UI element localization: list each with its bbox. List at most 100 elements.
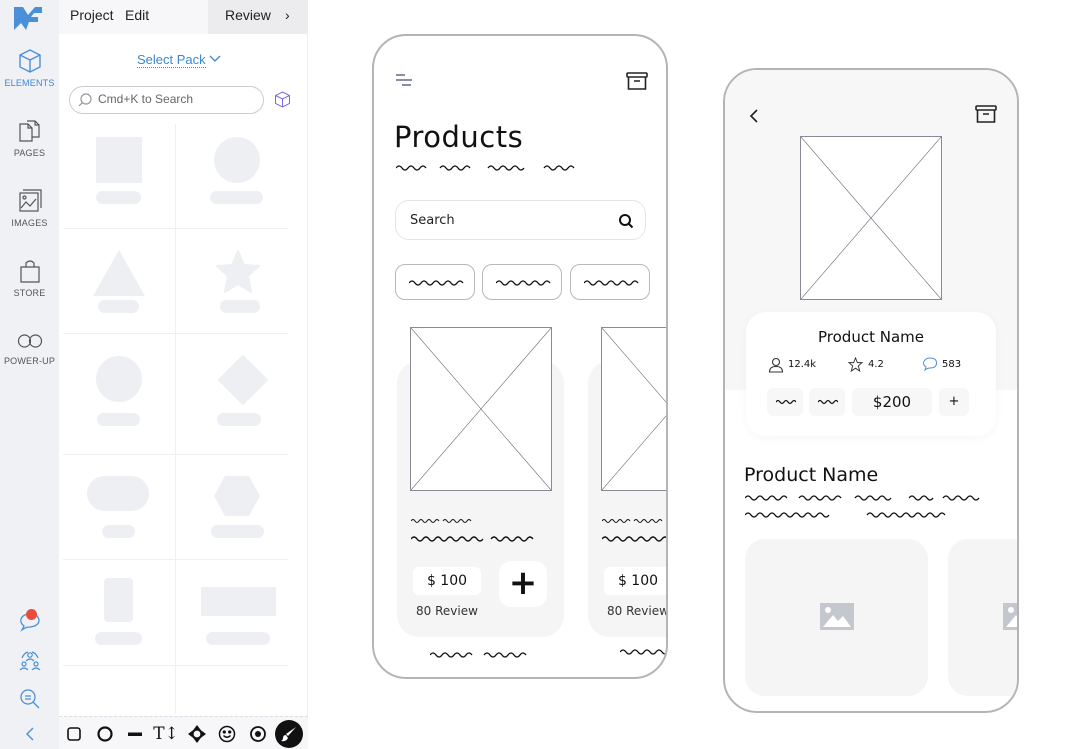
product-image-placeholder xyxy=(800,136,942,300)
label-placeholder xyxy=(220,300,260,313)
archive-icon[interactable] xyxy=(626,72,648,90)
footer-scribble xyxy=(430,652,527,658)
text-tool[interactable]: T↕ xyxy=(153,723,179,745)
category-chip[interactable] xyxy=(395,264,475,300)
review-button[interactable]: Review › xyxy=(208,0,308,34)
app: ELEMENTS PAGES IMAGES STORE POWER-UP Pro… xyxy=(0,0,1082,749)
back-icon[interactable] xyxy=(749,108,759,124)
element-circle[interactable] xyxy=(63,334,175,439)
brush-tool[interactable] xyxy=(275,720,303,748)
image-icon xyxy=(18,189,42,212)
element-square[interactable] xyxy=(63,124,175,229)
select-pack-dropdown[interactable]: Select Pack xyxy=(137,52,206,68)
product-name: Product Name xyxy=(818,328,924,346)
emoji-tool[interactable] xyxy=(216,723,238,745)
rail-label: POWER-UP xyxy=(3,356,56,366)
rail-item-store[interactable]: STORE xyxy=(0,258,59,298)
text-icon: T↕ xyxy=(153,724,179,744)
cube-icon xyxy=(18,49,41,73)
followers-count: 12.4k xyxy=(788,359,817,370)
description-scribble xyxy=(745,512,946,518)
rail-item-power-up[interactable]: POWER-UP xyxy=(0,330,59,366)
review-count: 80 Review xyxy=(416,604,478,618)
gallery-item[interactable] xyxy=(745,539,928,696)
comment-count: 583 xyxy=(942,359,962,370)
element-wide-rectangle[interactable] xyxy=(176,560,288,665)
circle-shape xyxy=(214,137,260,183)
product-info-card: Product Name 12.4k 4.2 583 $200 + xyxy=(746,312,996,436)
add-to-cart-button[interactable]: + xyxy=(499,561,547,607)
left-rail: ELEMENTS PAGES IMAGES STORE POWER-UP xyxy=(0,0,59,749)
3d-cube-icon[interactable] xyxy=(274,91,291,108)
rail-item-images[interactable]: IMAGES xyxy=(0,188,59,228)
search-input[interactable] xyxy=(98,92,258,106)
menu-edit[interactable]: Edit xyxy=(125,7,149,23)
card-scribble xyxy=(602,519,663,523)
element-rounded-pill[interactable] xyxy=(63,455,175,560)
chat-button[interactable] xyxy=(0,609,59,636)
card-scribble xyxy=(602,536,666,542)
review-count: 80 Review xyxy=(607,604,668,618)
price-display: $200 xyxy=(852,388,932,416)
rail-item-pages[interactable]: PAGES xyxy=(0,118,59,158)
diamond-shape xyxy=(218,355,268,405)
star-shape xyxy=(216,250,260,293)
subtitle-scribble xyxy=(396,165,575,171)
circle-icon xyxy=(97,726,113,742)
rectangle-tool[interactable] xyxy=(63,723,85,745)
element-diamond[interactable] xyxy=(176,334,288,439)
square-shape xyxy=(96,137,142,183)
team-icon xyxy=(19,651,40,671)
chip-scribble xyxy=(409,280,464,286)
collapse-button[interactable] xyxy=(0,726,59,742)
element-triangle[interactable] xyxy=(63,229,175,334)
card-scribble xyxy=(411,519,472,523)
products-screen: Products Search $ 100 + 80 Review $ 100 … xyxy=(372,34,668,679)
element-star[interactable] xyxy=(176,229,288,334)
product-detail-screen: Product Name 12.4k 4.2 583 $200 + Produc… xyxy=(723,68,1019,713)
search-comments-button[interactable] xyxy=(0,688,59,710)
label-placeholder xyxy=(102,525,135,538)
label-placeholder xyxy=(210,191,263,204)
menu-project[interactable]: Project xyxy=(70,7,114,23)
option-chip[interactable] xyxy=(767,388,803,416)
image-placeholder-icon xyxy=(820,603,854,630)
product-search-field[interactable]: Search xyxy=(395,200,646,240)
rounded-rect-shape xyxy=(87,476,149,511)
chevron-right-icon: › xyxy=(285,7,290,23)
rating-value: 4.2 xyxy=(868,359,884,370)
element-hexagon[interactable] xyxy=(176,455,288,560)
element-tall-rectangle[interactable] xyxy=(63,560,175,665)
target-tool[interactable] xyxy=(247,723,269,745)
move-tool[interactable] xyxy=(186,723,208,745)
line-icon xyxy=(128,732,142,736)
rail-label: PAGES xyxy=(13,148,46,158)
star-icon xyxy=(848,357,863,372)
emoji-icon xyxy=(218,725,236,743)
archive-icon[interactable] xyxy=(975,105,997,123)
line-tool[interactable] xyxy=(124,723,146,745)
page-title: Products xyxy=(394,120,524,154)
search-icon xyxy=(619,214,634,229)
description-scribble xyxy=(745,495,980,501)
option-chip[interactable] xyxy=(809,388,845,416)
team-button[interactable] xyxy=(0,650,59,672)
label-placeholder xyxy=(98,300,139,313)
add-button[interactable]: + xyxy=(939,388,969,416)
rail-item-elements[interactable]: ELEMENTS xyxy=(0,48,59,88)
chip-scribble xyxy=(584,280,639,286)
chevron-down-icon[interactable] xyxy=(208,52,222,66)
category-chip[interactable] xyxy=(570,264,650,300)
menu-icon[interactable] xyxy=(396,74,414,86)
gallery-item[interactable] xyxy=(948,539,1017,696)
collapse-icon xyxy=(25,727,33,741)
search-field[interactable] xyxy=(69,86,264,114)
category-chip[interactable] xyxy=(482,264,562,300)
section-title: Product Name xyxy=(744,464,879,486)
bag-icon xyxy=(19,260,40,283)
search-icon xyxy=(78,93,92,107)
user-icon xyxy=(768,357,784,373)
ellipse-tool[interactable] xyxy=(94,723,116,745)
element-circle[interactable] xyxy=(176,124,288,229)
tall-rect-shape xyxy=(104,578,133,622)
